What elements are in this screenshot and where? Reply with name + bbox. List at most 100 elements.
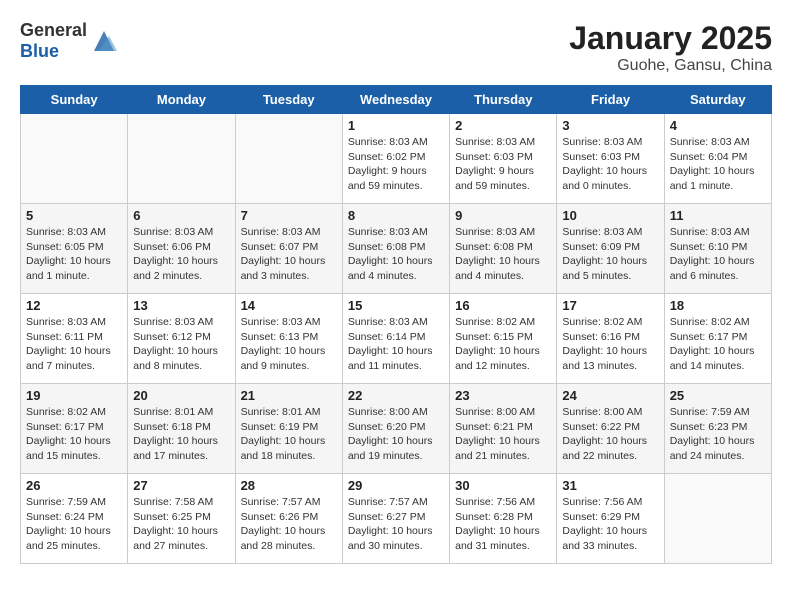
day-number: 31: [562, 478, 658, 493]
day-info: Sunrise: 8:03 AM Sunset: 6:07 PM Dayligh…: [241, 225, 337, 284]
day-of-week-thursday: Thursday: [450, 86, 557, 114]
week-row-4: 19 Sunrise: 8:02 AM Sunset: 6:17 PM Dayli…: [21, 384, 772, 474]
day-number: 14: [241, 298, 337, 313]
day-info: Sunrise: 8:03 AM Sunset: 6:03 PM Dayligh…: [562, 135, 658, 194]
day-of-week-sunday: Sunday: [21, 86, 128, 114]
day-info: Sunrise: 7:56 AM Sunset: 6:28 PM Dayligh…: [455, 495, 551, 554]
calendar-cell: 18 Sunrise: 8:02 AM Sunset: 6:17 PM Dayli…: [664, 294, 771, 384]
calendar-cell: 20Sunrise: 8:01 AM Sunset: 6:18 PM Dayli…: [128, 384, 235, 474]
day-info: Sunrise: 8:03 AM Sunset: 6:08 PM Dayligh…: [455, 225, 551, 284]
calendar-cell: 12 Sunrise: 8:03 AM Sunset: 6:11 PM Dayli…: [21, 294, 128, 384]
day-info: Sunrise: 8:01 AM Sunset: 6:19 PM Dayligh…: [241, 405, 337, 464]
calendar-cell: 8 Sunrise: 8:03 AM Sunset: 6:08 PM Daylig…: [342, 204, 449, 294]
day-info: Sunrise: 8:03 AM Sunset: 6:13 PM Dayligh…: [241, 315, 337, 374]
day-info: Sunrise: 8:03 AM Sunset: 6:02 PM Dayligh…: [348, 135, 444, 194]
calendar-cell: 22 Sunrise: 8:00 AM Sunset: 6:20 PM Dayli…: [342, 384, 449, 474]
day-number: 22: [348, 388, 444, 403]
calendar-table: SundayMondayTuesdayWednesdayThursdayFrid…: [20, 85, 772, 564]
logo-text: General Blue: [20, 20, 87, 62]
day-number: 21: [241, 388, 337, 403]
day-number: 23: [455, 388, 551, 403]
day-info: Sunrise: 8:03 AM Sunset: 6:11 PM Dayligh…: [26, 315, 122, 374]
day-number: 15: [348, 298, 444, 313]
calendar-cell: 10Sunrise: 8:03 AM Sunset: 6:09 PM Dayli…: [557, 204, 664, 294]
logo-blue: Blue: [20, 41, 59, 61]
days-of-week-row: SundayMondayTuesdayWednesdayThursdayFrid…: [21, 86, 772, 114]
week-row-3: 12 Sunrise: 8:03 AM Sunset: 6:11 PM Dayli…: [21, 294, 772, 384]
calendar-cell: 14 Sunrise: 8:03 AM Sunset: 6:13 PM Dayli…: [235, 294, 342, 384]
calendar-cell: [664, 474, 771, 564]
calendar-cell: 17Sunrise: 8:02 AM Sunset: 6:16 PM Dayli…: [557, 294, 664, 384]
day-number: 13: [133, 298, 229, 313]
calendar-cell: 26Sunrise: 7:59 AM Sunset: 6:24 PM Dayli…: [21, 474, 128, 564]
day-of-week-friday: Friday: [557, 86, 664, 114]
day-info: Sunrise: 8:02 AM Sunset: 6:17 PM Dayligh…: [26, 405, 122, 464]
day-info: Sunrise: 7:57 AM Sunset: 6:26 PM Dayligh…: [241, 495, 337, 554]
calendar-cell: 5 Sunrise: 8:03 AM Sunset: 6:05 PM Daylig…: [21, 204, 128, 294]
day-info: Sunrise: 8:00 AM Sunset: 6:21 PM Dayligh…: [455, 405, 551, 464]
day-number: 19: [26, 388, 122, 403]
day-info: Sunrise: 7:58 AM Sunset: 6:25 PM Dayligh…: [133, 495, 229, 554]
day-number: 30: [455, 478, 551, 493]
day-info: Sunrise: 8:03 AM Sunset: 6:05 PM Dayligh…: [26, 225, 122, 284]
day-number: 26: [26, 478, 122, 493]
calendar-cell: [128, 114, 235, 204]
calendar-cell: 29 Sunrise: 7:57 AM Sunset: 6:27 PM Dayli…: [342, 474, 449, 564]
week-row-1: 1 Sunrise: 8:03 AM Sunset: 6:02 PM Daylig…: [21, 114, 772, 204]
calendar-cell: 9 Sunrise: 8:03 AM Sunset: 6:08 PM Daylig…: [450, 204, 557, 294]
calendar-cell: [21, 114, 128, 204]
day-info: Sunrise: 8:03 AM Sunset: 6:06 PM Dayligh…: [133, 225, 229, 284]
day-number: 6: [133, 208, 229, 223]
day-number: 2: [455, 118, 551, 133]
calendar-cell: 6 Sunrise: 8:03 AM Sunset: 6:06 PM Daylig…: [128, 204, 235, 294]
calendar-cell: 21 Sunrise: 8:01 AM Sunset: 6:19 PM Dayli…: [235, 384, 342, 474]
calendar-subtitle: Guohe, Gansu, China: [569, 57, 772, 75]
day-number: 5: [26, 208, 122, 223]
calendar-cell: 2 Sunrise: 8:03 AM Sunset: 6:03 PM Daylig…: [450, 114, 557, 204]
week-row-5: 26Sunrise: 7:59 AM Sunset: 6:24 PM Dayli…: [21, 474, 772, 564]
title-block: January 2025 Guohe, Gansu, China: [569, 20, 772, 75]
calendar-cell: 30 Sunrise: 7:56 AM Sunset: 6:28 PM Dayli…: [450, 474, 557, 564]
calendar-cell: 1 Sunrise: 8:03 AM Sunset: 6:02 PM Daylig…: [342, 114, 449, 204]
calendar-cell: 23 Sunrise: 8:00 AM Sunset: 6:21 PM Dayli…: [450, 384, 557, 474]
day-number: 24: [562, 388, 658, 403]
day-of-week-monday: Monday: [128, 86, 235, 114]
day-info: Sunrise: 8:02 AM Sunset: 6:17 PM Dayligh…: [670, 315, 766, 374]
day-number: 12: [26, 298, 122, 313]
day-info: Sunrise: 8:03 AM Sunset: 6:03 PM Dayligh…: [455, 135, 551, 194]
day-info: Sunrise: 8:03 AM Sunset: 6:12 PM Dayligh…: [133, 315, 229, 374]
day-info: Sunrise: 8:03 AM Sunset: 6:04 PM Dayligh…: [670, 135, 766, 194]
day-number: 9: [455, 208, 551, 223]
calendar-cell: 11Sunrise: 8:03 AM Sunset: 6:10 PM Dayli…: [664, 204, 771, 294]
day-number: 29: [348, 478, 444, 493]
day-of-week-wednesday: Wednesday: [342, 86, 449, 114]
calendar-cell: 19 Sunrise: 8:02 AM Sunset: 6:17 PM Dayli…: [21, 384, 128, 474]
day-number: 16: [455, 298, 551, 313]
day-info: Sunrise: 8:01 AM Sunset: 6:18 PM Dayligh…: [133, 405, 229, 464]
day-number: 1: [348, 118, 444, 133]
day-number: 8: [348, 208, 444, 223]
calendar-cell: [235, 114, 342, 204]
day-number: 25: [670, 388, 766, 403]
day-number: 17: [562, 298, 658, 313]
calendar-header: SundayMondayTuesdayWednesdayThursdayFrid…: [21, 86, 772, 114]
calendar-cell: 27 Sunrise: 7:58 AM Sunset: 6:25 PM Dayli…: [128, 474, 235, 564]
calendar-cell: 3Sunrise: 8:03 AM Sunset: 6:03 PM Daylig…: [557, 114, 664, 204]
day-info: Sunrise: 7:56 AM Sunset: 6:29 PM Dayligh…: [562, 495, 658, 554]
day-of-week-saturday: Saturday: [664, 86, 771, 114]
day-info: Sunrise: 8:03 AM Sunset: 6:08 PM Dayligh…: [348, 225, 444, 284]
calendar-cell: 15 Sunrise: 8:03 AM Sunset: 6:14 PM Dayli…: [342, 294, 449, 384]
day-number: 4: [670, 118, 766, 133]
day-number: 27: [133, 478, 229, 493]
day-info: Sunrise: 8:03 AM Sunset: 6:10 PM Dayligh…: [670, 225, 766, 284]
day-info: Sunrise: 8:00 AM Sunset: 6:20 PM Dayligh…: [348, 405, 444, 464]
day-info: Sunrise: 8:03 AM Sunset: 6:14 PM Dayligh…: [348, 315, 444, 374]
day-info: Sunrise: 7:57 AM Sunset: 6:27 PM Dayligh…: [348, 495, 444, 554]
calendar-title: January 2025: [569, 20, 772, 57]
day-number: 28: [241, 478, 337, 493]
day-number: 18: [670, 298, 766, 313]
page-header: General Blue January 2025 Guohe, Gansu, …: [20, 20, 772, 75]
day-number: 10: [562, 208, 658, 223]
calendar-cell: 4 Sunrise: 8:03 AM Sunset: 6:04 PM Daylig…: [664, 114, 771, 204]
calendar-cell: 16Sunrise: 8:02 AM Sunset: 6:15 PM Dayli…: [450, 294, 557, 384]
